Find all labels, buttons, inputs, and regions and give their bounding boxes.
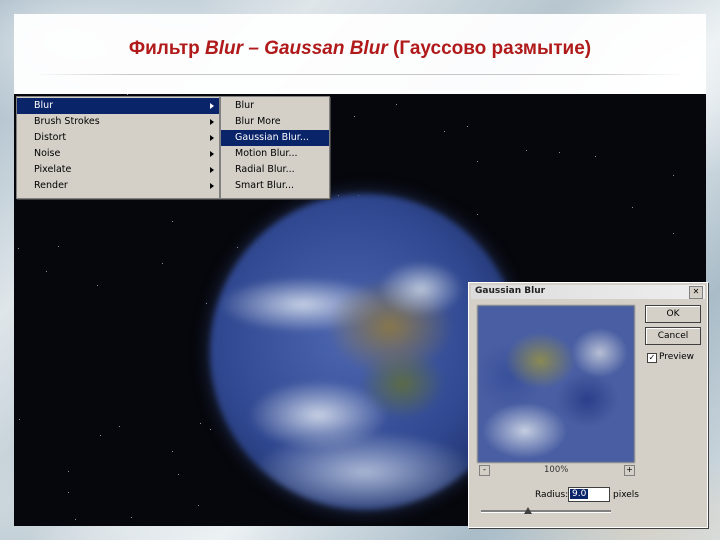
preview-label: Preview (659, 352, 695, 362)
submenu-item-motion-blur[interactable]: Motion Blur... (221, 146, 329, 162)
star (97, 285, 98, 286)
title-prefix: Фильтр (128, 38, 206, 59)
menu-item-brush-strokes[interactable]: Brush Strokes (17, 114, 219, 130)
star (100, 435, 101, 436)
star (595, 156, 596, 157)
star (526, 150, 527, 151)
star (18, 248, 19, 249)
submenu-arrow-icon (210, 151, 214, 157)
star (68, 471, 69, 472)
radius-slider-track[interactable] (481, 510, 611, 513)
filter-menu: Blur Brush Strokes Distort Noise Pixelat… (16, 96, 220, 199)
submenu-item-blur[interactable]: Blur (221, 98, 329, 114)
menu-item-render[interactable]: Render (17, 178, 219, 194)
menu-item-noise[interactable]: Noise (17, 146, 219, 162)
star (396, 104, 397, 105)
star (477, 161, 478, 162)
radius-unit: pixels (613, 490, 639, 500)
star (444, 131, 445, 132)
star (172, 221, 173, 222)
title-emphasis: Blur – Gaussan Blur (205, 38, 388, 59)
submenu-item-blur-more[interactable]: Blur More (221, 114, 329, 130)
submenu-arrow-icon (210, 119, 214, 125)
cancel-button[interactable]: Cancel (645, 327, 701, 345)
star (162, 263, 163, 264)
zoom-out-button[interactable]: - (479, 465, 490, 476)
dialog-title: Gaussian Blur (475, 286, 546, 296)
star (119, 426, 120, 427)
submenu-arrow-icon (210, 183, 214, 189)
star (354, 116, 355, 117)
star (75, 519, 76, 520)
submenu-item-gaussian-blur[interactable]: Gaussian Blur... (221, 130, 329, 146)
menu-item-pixelate[interactable]: Pixelate (17, 162, 219, 178)
menu-item-blur[interactable]: Blur (17, 98, 219, 114)
title-suffix: (Гауссово размытие) (387, 38, 592, 59)
radius-value: 9.0 (570, 489, 589, 499)
star (559, 152, 560, 153)
radius-slider-thumb[interactable] (523, 507, 532, 514)
star (172, 451, 173, 452)
star (237, 247, 238, 248)
title-divider (34, 74, 686, 75)
star (673, 175, 674, 176)
blur-submenu: Blur Blur More Gaussian Blur... Motion B… (220, 96, 330, 199)
star (210, 429, 211, 430)
star (127, 94, 128, 95)
menu-item-distort[interactable]: Distort (17, 130, 219, 146)
submenu-item-smart-blur[interactable]: Smart Blur... (221, 178, 329, 194)
gaussian-blur-dialog: Gaussian Blur ✕ OK Cancel ✓ Preview - 10… (468, 282, 708, 528)
star (467, 126, 468, 127)
star (198, 505, 199, 506)
star (46, 271, 47, 272)
zoom-level: 100% (544, 465, 569, 475)
zoom-in-button[interactable]: + (624, 465, 635, 476)
star (477, 214, 478, 215)
preview-checkbox[interactable]: ✓ (647, 353, 657, 363)
filter-preview[interactable] (477, 305, 635, 463)
star (200, 423, 201, 424)
star (178, 474, 179, 475)
star (673, 233, 674, 234)
submenu-arrow-icon (210, 103, 214, 109)
star (632, 207, 633, 208)
star (68, 492, 69, 493)
submenu-item-radial-blur[interactable]: Radial Blur... (221, 162, 329, 178)
star (131, 517, 132, 518)
star (206, 303, 207, 304)
star (19, 419, 20, 420)
radius-input[interactable]: 9.0 (568, 487, 610, 502)
star (58, 246, 59, 247)
slide-title: Фильтр Blur – Gaussan Blur (Гауссово раз… (0, 38, 720, 60)
radius-label: Radius: (535, 490, 569, 500)
submenu-arrow-icon (210, 167, 214, 173)
submenu-arrow-icon (210, 135, 214, 141)
dialog-titlebar[interactable]: Gaussian Blur ✕ (471, 285, 705, 299)
ok-button[interactable]: OK (645, 305, 701, 323)
close-icon[interactable]: ✕ (689, 286, 703, 299)
